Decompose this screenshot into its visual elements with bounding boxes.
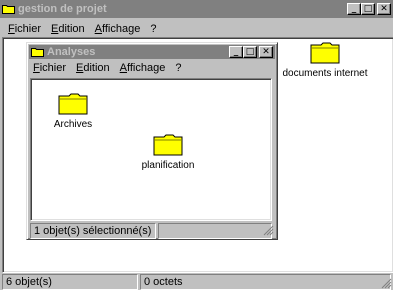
status-size: 0 octets: [140, 274, 391, 290]
status-size: [158, 223, 272, 239]
resize-grip[interactable]: [263, 225, 274, 236]
folder-documents-internet[interactable]: documents internet: [282, 42, 368, 79]
status-object-count: 6 objet(s): [2, 274, 138, 290]
folder-archives[interactable]: Archives: [47, 93, 99, 130]
folder-planification[interactable]: planification: [134, 134, 202, 171]
window-title: gestion de projet: [18, 3, 107, 15]
title-buttons: _ □ ✕: [229, 46, 273, 58]
folder-label: planification: [141, 160, 195, 171]
maximize-button[interactable]: □: [361, 3, 375, 15]
folder-label: documents internet: [282, 68, 368, 79]
menu-fichier[interactable]: Fichier: [33, 62, 66, 74]
resize-grip[interactable]: [381, 278, 392, 289]
close-button[interactable]: ✕: [259, 46, 273, 58]
close-button[interactable]: ✕: [377, 3, 391, 15]
maximize-button[interactable]: □: [243, 46, 257, 58]
titlebar-gestion-de-projet[interactable]: gestion de projet _ □ ✕: [0, 0, 393, 18]
window-title: Analyses: [47, 46, 96, 58]
folder-icon: [31, 48, 44, 57]
menu-bar: Fichier Edition Affichage ?: [8, 21, 166, 37]
folder-icon: [310, 42, 340, 64]
folder-icon: [58, 93, 88, 115]
menu-edition[interactable]: Edition: [76, 62, 110, 74]
content-pane[interactable]: Archives planification: [30, 78, 272, 221]
status-bar: 6 objet(s) 0 octets: [2, 274, 393, 290]
menu-help[interactable]: ?: [150, 23, 156, 35]
menu-fichier[interactable]: Fichier: [8, 23, 41, 35]
folder-label: Archives: [53, 119, 93, 130]
minimize-button[interactable]: _: [229, 46, 243, 58]
menu-affichage[interactable]: Affichage: [95, 23, 141, 35]
folder-icon: [2, 5, 15, 14]
menu-edition[interactable]: Edition: [51, 23, 85, 35]
menu-help[interactable]: ?: [175, 62, 181, 74]
minimize-button[interactable]: _: [347, 3, 361, 15]
menu-bar: Fichier Edition Affichage ?: [33, 60, 191, 76]
folder-icon: [153, 134, 183, 156]
title-buttons: _ □ ✕: [347, 3, 391, 15]
status-selection: 1 objet(s) sélectionné(s): [30, 223, 156, 239]
menu-affichage[interactable]: Affichage: [120, 62, 166, 74]
window-analyses: Analyses _ □ ✕ Fichier Edition Affichage…: [26, 42, 278, 240]
titlebar-analyses[interactable]: Analyses _ □ ✕: [29, 45, 275, 59]
status-bar: 1 objet(s) sélectionné(s): [30, 223, 274, 239]
